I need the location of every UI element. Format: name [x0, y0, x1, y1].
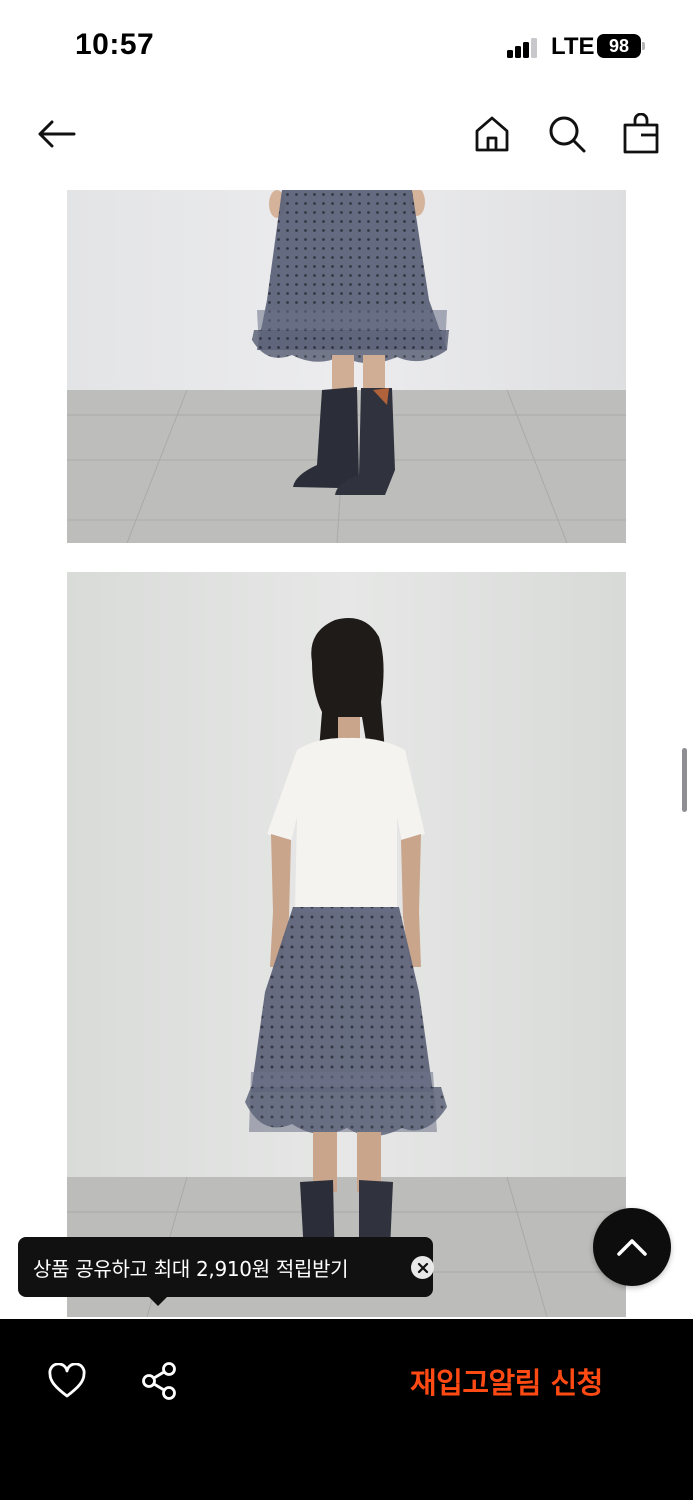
bottom-action-bar: 재입고알림 신청: [0, 1319, 693, 1500]
top-nav-bar: [0, 90, 693, 190]
restock-alert-button[interactable]: 재입고알림 신청: [410, 1357, 603, 1405]
search-button[interactable]: [545, 112, 589, 156]
arrow-left-icon: [38, 120, 76, 148]
status-bar: 10:57 LTE 98: [0, 0, 693, 90]
home-icon: [475, 116, 509, 152]
product-photo-back: [67, 572, 626, 1317]
share-icon: [142, 1362, 176, 1400]
chevron-up-icon: [617, 1239, 647, 1256]
battery-level: 98: [597, 34, 641, 58]
tooltip-arrow: [148, 1296, 168, 1306]
battery-icon: 98: [597, 34, 645, 58]
search-icon: [549, 116, 586, 153]
signal-strength-icon: [507, 36, 539, 58]
tooltip-close-button[interactable]: [411, 1256, 434, 1279]
scroll-indicator[interactable]: [682, 748, 687, 812]
close-icon: [417, 1262, 428, 1273]
home-button[interactable]: [470, 112, 514, 156]
scroll-to-top-button[interactable]: [593, 1208, 671, 1286]
share-reward-tooltip: 상품 공유하고 최대 2,910원 적립받기: [18, 1237, 434, 1297]
share-reward-text: 상품 공유하고 최대 2,910원 적립받기: [33, 1256, 349, 1281]
cart-button[interactable]: [619, 112, 663, 156]
heart-icon: [48, 1363, 86, 1398]
status-time: 10:57: [75, 28, 155, 61]
like-button[interactable]: [42, 1357, 92, 1405]
back-button[interactable]: [34, 112, 78, 156]
product-photo-front-lower: [67, 190, 626, 543]
shopping-bag-icon: [623, 113, 659, 154]
share-button[interactable]: [134, 1357, 184, 1405]
network-type: LTE: [551, 33, 595, 60]
